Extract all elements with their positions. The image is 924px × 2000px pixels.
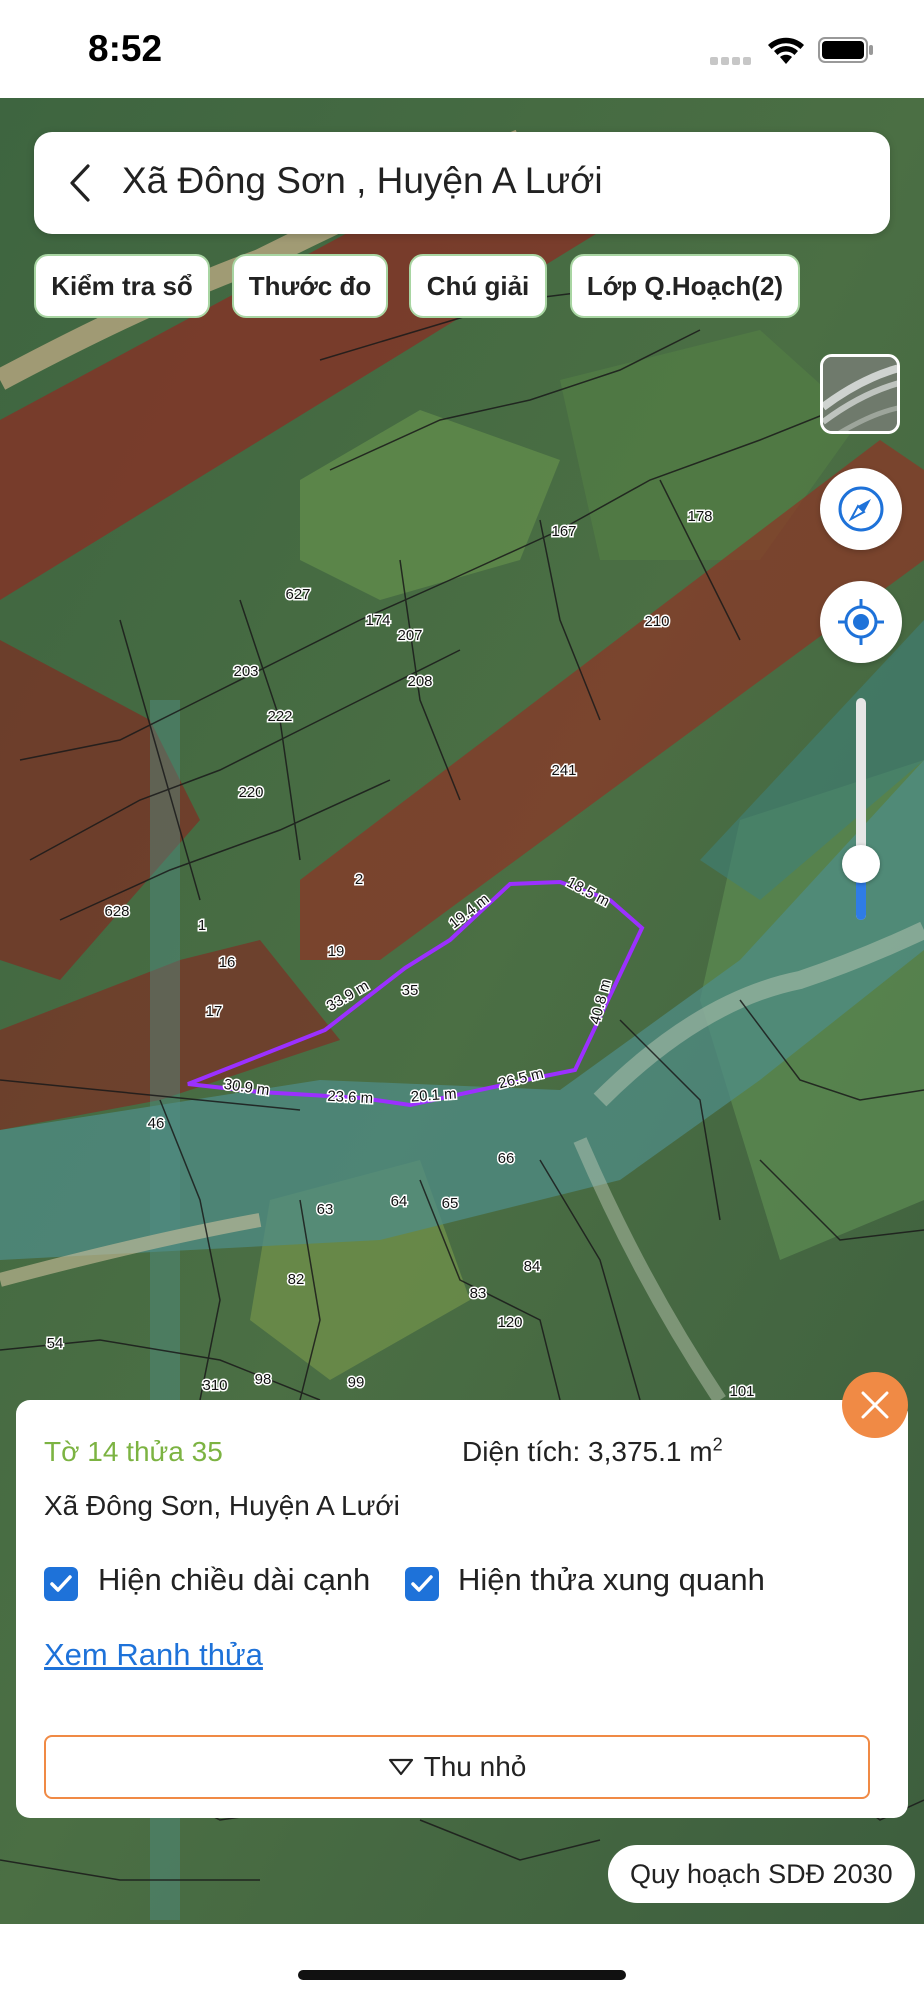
checkmark-icon <box>411 1575 433 1592</box>
edge-length-label: 23.6 m <box>327 1088 374 1107</box>
triangle-down-icon <box>388 1758 413 1776</box>
show-neighbor-parcels-label[interactable]: Hiện thửa xung quanh <box>458 1562 765 1598</box>
layers-thumbnail-icon <box>823 357 897 431</box>
checkmark-icon <box>50 1575 72 1592</box>
close-icon <box>861 1391 889 1419</box>
show-edge-length-label[interactable]: Hiện chiều dài cạnh <box>98 1562 370 1598</box>
collapse-button[interactable]: Thu nhỏ <box>44 1735 870 1799</box>
parcel-number-label: 17 <box>206 1003 223 1020</box>
parcel-number-label: 84 <box>524 1258 541 1275</box>
parcel-number-label: 63 <box>317 1201 334 1218</box>
check-book-button[interactable]: Kiểm tra sổ <box>34 254 210 318</box>
parcel-number-label: 167 <box>551 523 576 540</box>
area-unit-exponent: 2 <box>712 1434 723 1455</box>
parcel-number-label: 16 <box>219 954 236 971</box>
parcel-number-label: 83 <box>470 1285 487 1302</box>
edge-length-label: 20.1 m <box>410 1085 457 1105</box>
measure-button[interactable]: Thước đo <box>232 254 388 318</box>
close-panel-button[interactable] <box>842 1372 908 1438</box>
parcel-number-label: 178 <box>687 508 712 525</box>
parcel-number-label: 120 <box>497 1314 522 1331</box>
back-icon[interactable] <box>60 160 104 206</box>
parcel-number-label: 203 <box>233 663 258 680</box>
parcel-number-label: 207 <box>397 627 422 644</box>
parcel-number-label: 208 <box>407 673 432 690</box>
compass-button[interactable] <box>820 468 902 550</box>
planning-badge[interactable]: Quy hoạch SDĐ 2030 <box>608 1845 915 1903</box>
parcel-number-label: 210 <box>644 613 669 630</box>
parcel-number-label: 628 <box>104 903 129 920</box>
compass-icon <box>838 486 884 532</box>
parcel-number-label: 1 <box>198 917 206 934</box>
zoom-slider-thumb[interactable] <box>842 845 880 883</box>
parcel-number-label: 241 <box>551 762 576 779</box>
parcel-number-label: 66 <box>498 1150 515 1167</box>
parcel-area-label: Diện tích: 3,375.1 m <box>462 1436 713 1467</box>
parcel-number-label: 65 <box>442 1195 459 1212</box>
location-title[interactable]: Xã Đông Sơn , Huyện A Lưới <box>122 160 603 202</box>
collapse-label: Thu nhỏ <box>423 1751 527 1782</box>
parcel-number-label: 99 <box>348 1374 365 1391</box>
parcel-area: Diện tích: 3,375.1 m2 <box>462 1436 723 1468</box>
parcel-id: Tờ 14 thửa 35 <box>44 1436 223 1467</box>
parcel-number-label: 220 <box>238 784 263 801</box>
parcel-number-label: 2 <box>355 871 363 888</box>
show-neighbor-parcels-checkbox[interactable] <box>405 1567 439 1601</box>
planning-layers-button[interactable]: Lớp Q.Hoạch(2) <box>570 254 800 318</box>
legend-button[interactable]: Chú giải <box>409 254 547 318</box>
status-time: 8:52 <box>88 28 163 69</box>
home-indicator <box>298 1970 626 1980</box>
location-crosshair-icon <box>838 599 884 645</box>
parcel-number-label: 35 <box>402 982 419 999</box>
parcel-number-label: 222 <box>267 708 292 725</box>
parcel-number-label: 19 <box>328 943 345 960</box>
parcel-number-label: 46 <box>148 1115 165 1132</box>
parcel-number-label: 64 <box>391 1193 408 1210</box>
view-boundary-link[interactable]: Xem Ranh thửa <box>44 1637 263 1673</box>
search-bar[interactable]: Xã Đông Sơn , Huyện A Lưới <box>34 132 890 234</box>
parcel-number-label: 627 <box>285 586 310 603</box>
status-bar: 8:52 <box>0 0 924 98</box>
show-edge-length-checkbox[interactable] <box>44 1567 78 1601</box>
wifi-icon <box>768 37 804 64</box>
parcel-number-label: 82 <box>288 1271 305 1288</box>
parcel-number-label: 54 <box>47 1335 64 1352</box>
battery-icon <box>818 37 873 63</box>
parcel-number-label: 98 <box>255 1371 272 1388</box>
map-layer-toggle[interactable] <box>820 354 900 434</box>
my-location-button[interactable] <box>820 581 902 663</box>
parcel-number-label: 101 <box>729 1383 754 1400</box>
parcel-address: Xã Đông Sơn, Huyện A Lưới <box>44 1490 400 1521</box>
cellular-signal-icon <box>710 52 754 65</box>
parcel-number-label: 174 <box>365 612 390 629</box>
parcel-number-label: 310 <box>202 1377 227 1394</box>
